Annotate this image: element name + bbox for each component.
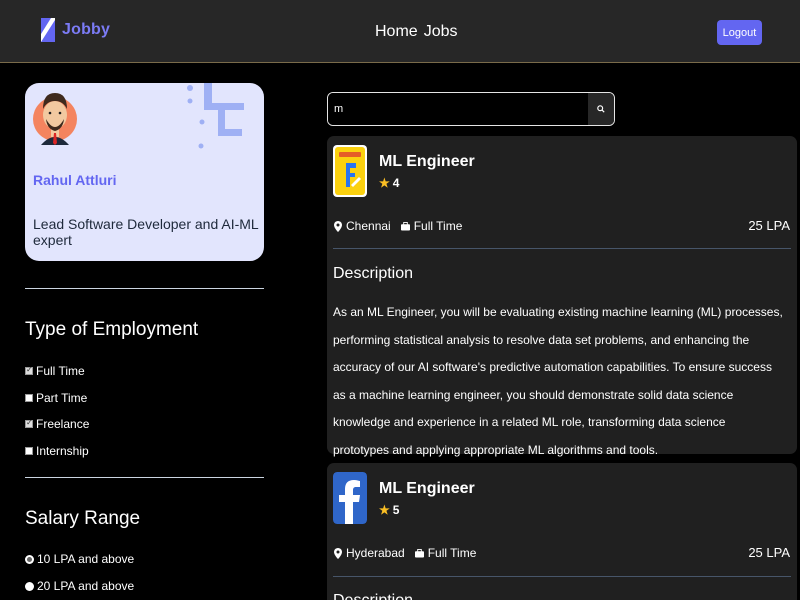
logout-button[interactable]: Logout xyxy=(717,20,762,45)
salary-filter-title: Salary Range xyxy=(25,508,141,529)
job-title: ML Engineer xyxy=(379,480,475,497)
job-location: Hyderabad xyxy=(346,546,405,560)
search-icon xyxy=(597,105,605,113)
salary-20-lpa[interactable]: 20 LPA and above xyxy=(25,579,134,593)
nav-jobs[interactable]: Jobs xyxy=(424,23,458,41)
divider xyxy=(25,288,264,289)
description-title: Description xyxy=(333,592,413,600)
job-rating: ★ 4 xyxy=(379,176,399,190)
header: Jobby Home Jobs Logout xyxy=(0,0,800,63)
job-meta: Hyderabad Full Time xyxy=(333,546,476,560)
location-pin-icon xyxy=(333,220,342,232)
job-package: 25 LPA xyxy=(748,545,790,560)
brand-logo[interactable]: Jobby xyxy=(41,18,110,42)
description-title: Description xyxy=(333,265,414,282)
star-icon: ★ xyxy=(379,176,390,190)
star-icon: ★ xyxy=(379,503,390,517)
radio[interactable] xyxy=(25,554,34,564)
search-bar xyxy=(327,92,615,126)
profile-decoration xyxy=(187,83,244,149)
filter-label: Full Time xyxy=(36,364,85,378)
radio[interactable] xyxy=(25,581,34,591)
brand-name: Jobby xyxy=(62,21,111,38)
divider xyxy=(333,248,791,249)
rating-value: 5 xyxy=(392,503,400,517)
job-package: 25 LPA xyxy=(748,218,790,233)
briefcase-icon xyxy=(414,548,424,559)
job-card[interactable]: ML Engineer ★ 4 Chennai Full Time 25 LPA… xyxy=(327,136,797,457)
filter-internship[interactable]: Internship xyxy=(25,444,89,458)
profile-card: Rahul Attluri Lead Software Developer an… xyxy=(25,83,264,261)
flipkart-logo xyxy=(333,145,367,197)
job-type: Full Time xyxy=(413,219,463,233)
job-card[interactable]: ML Engineer ★ 5 Hyderabad Full Time 25 L… xyxy=(327,463,797,600)
job-rating: ★ 5 xyxy=(379,503,399,517)
salary-label: 20 LPA and above xyxy=(37,579,135,593)
filter-freelance[interactable]: Freelance xyxy=(25,417,89,431)
checkbox[interactable] xyxy=(25,418,33,428)
job-description: As an ML Engineer, you will be evaluatin… xyxy=(333,305,783,457)
rating-value: 4 xyxy=(392,176,400,190)
checkbox[interactable] xyxy=(25,394,33,402)
job-location: Chennai xyxy=(346,219,391,233)
briefcase-icon xyxy=(400,221,410,232)
facebook-logo xyxy=(333,472,367,524)
employment-filter-title: Type of Employment xyxy=(25,319,199,340)
profile-bio: Lead Software Developer and AI-ML expert xyxy=(33,216,259,248)
filter-full-time[interactable]: Full Time xyxy=(25,364,85,378)
job-meta: Chennai Full Time xyxy=(333,219,462,233)
avatar-icon xyxy=(33,93,77,145)
main-nav: Home Jobs xyxy=(375,23,457,41)
checkbox[interactable] xyxy=(25,447,33,455)
filter-label: Internship xyxy=(36,444,89,458)
search-input[interactable] xyxy=(328,93,588,125)
location-pin-icon xyxy=(333,547,342,559)
search-button[interactable] xyxy=(588,93,614,125)
divider xyxy=(333,576,791,577)
job-title: ML Engineer xyxy=(379,153,475,170)
job-type: Full Time xyxy=(427,546,477,560)
filter-label: Freelance xyxy=(36,417,90,431)
profile-name: Rahul Attluri xyxy=(33,172,117,188)
filter-part-time[interactable]: Part Time xyxy=(25,391,87,405)
salary-label: 10 LPA and above xyxy=(37,552,135,566)
logo-icon xyxy=(41,18,55,42)
salary-10-lpa[interactable]: 10 LPA and above xyxy=(25,552,134,566)
checkbox[interactable] xyxy=(25,365,33,375)
filter-label: Part Time xyxy=(36,391,88,405)
nav-home[interactable]: Home xyxy=(375,23,418,41)
divider xyxy=(25,477,264,478)
